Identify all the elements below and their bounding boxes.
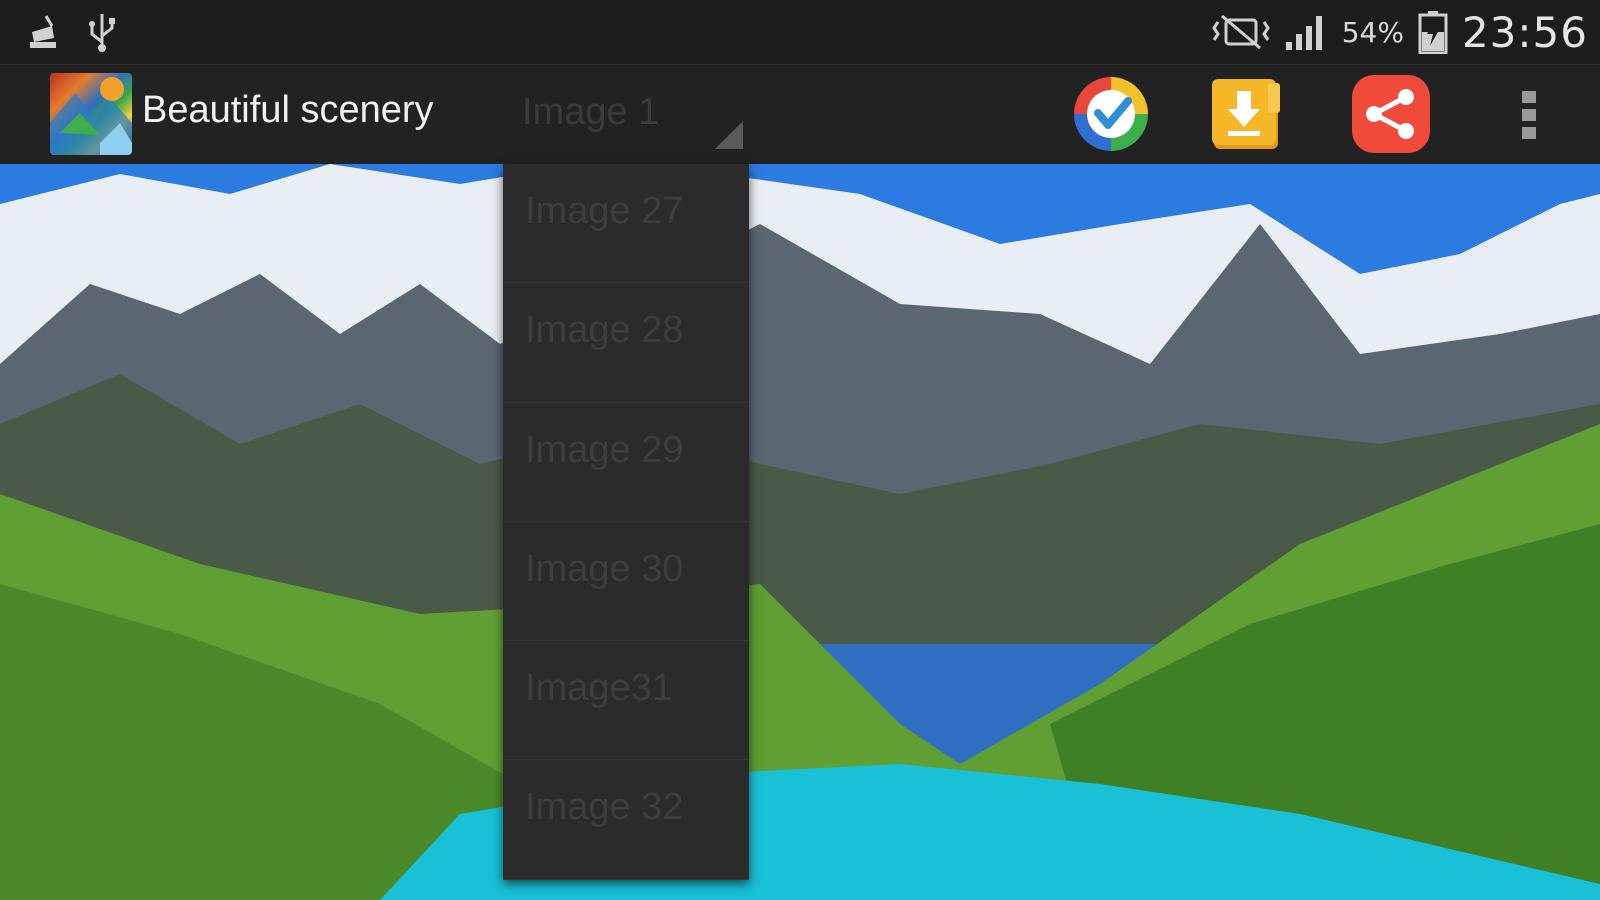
image-dropdown-list: Image 27 Image 28 Image 29 Image 30 Imag… [503, 164, 749, 880]
app-logo-icon[interactable] [50, 73, 132, 155]
mountain-lake-illustration [0, 164, 1600, 900]
battery-percent: 54% [1341, 15, 1404, 49]
scenery-image [0, 164, 1600, 900]
dropdown-item[interactable]: Image31 [503, 641, 749, 761]
dropdown-item[interactable]: Image 27 [503, 164, 749, 284]
overflow-menu-button[interactable] [1500, 73, 1560, 155]
app-title: Beautiful scenery [142, 89, 434, 131]
battery-charging-icon [1418, 11, 1448, 54]
mute-icon [1211, 14, 1270, 50]
status-bar: 54% 23:56 [0, 0, 1600, 64]
dropdown-item[interactable]: Image 29 [503, 403, 749, 522]
spinner-selected-value: Image 1 [522, 91, 660, 133]
image-spinner[interactable]: Image 1 [500, 69, 745, 161]
cleaner-icon [30, 15, 56, 48]
share-button[interactable] [1350, 73, 1432, 155]
signal-icon [1285, 16, 1322, 50]
action-bar: Beautiful scenery Image 1 [0, 64, 1600, 164]
usb-icon [89, 14, 115, 52]
download-button[interactable] [1208, 73, 1290, 155]
download-icon [1212, 79, 1280, 149]
dropdown-item[interactable]: Image 30 [503, 522, 749, 642]
status-clock: 23:56 [1461, 7, 1588, 57]
dropdown-item[interactable]: Image 28 [503, 283, 749, 403]
check-button[interactable] [1070, 73, 1152, 155]
overflow-menu-icon [1522, 91, 1536, 139]
share-icon [1352, 75, 1430, 153]
spinner-arrow-icon [715, 121, 743, 149]
check-icon [1074, 77, 1148, 151]
dropdown-item[interactable]: Image 32 [503, 760, 749, 880]
